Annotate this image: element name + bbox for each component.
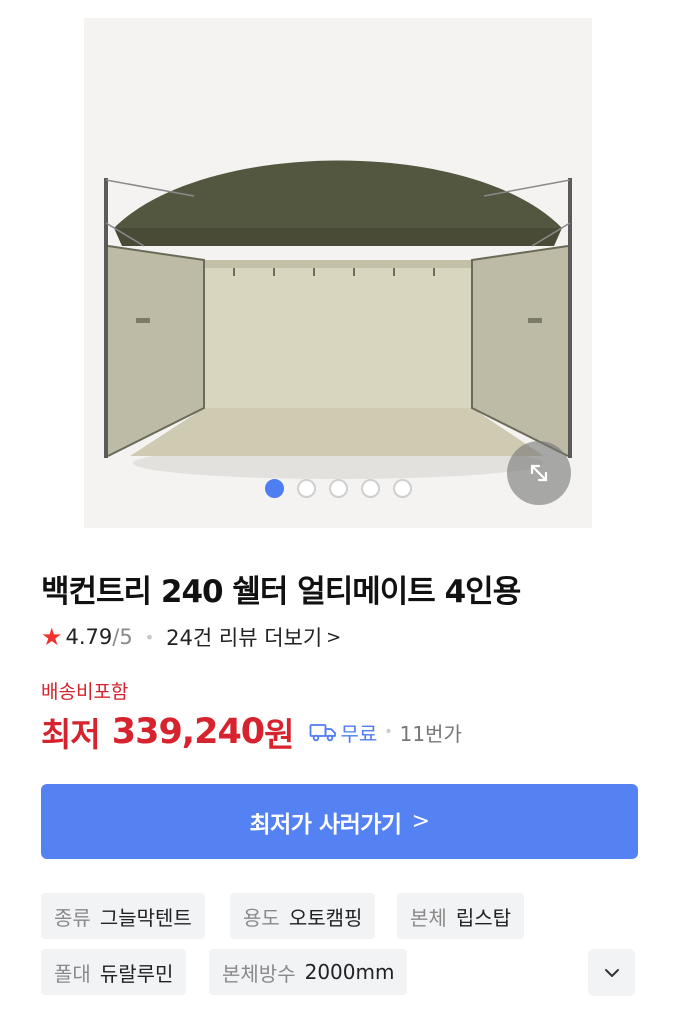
- separator-dot: •: [144, 627, 155, 647]
- delivery-info: 무료 • 11번가: [309, 718, 462, 747]
- chevron-right-icon: >: [411, 809, 430, 834]
- product-title: 백컨트리 240 쉘터 얼티메이트 4인용: [41, 574, 521, 610]
- shipping-included-label: 배송비포함: [41, 681, 129, 703]
- star-icon: ★: [41, 623, 63, 651]
- expand-specs-button[interactable]: [588, 949, 635, 996]
- pagination-dot-3[interactable]: [328, 479, 348, 498]
- spec-key: 본체방수: [222, 961, 296, 986]
- spec-chip-pole: 폴대 듀랄루민: [41, 949, 187, 995]
- rating-row: ★ 4.79 /5 • 24건 리뷰 더보기 >: [41, 622, 341, 652]
- chevron-right-icon: >: [326, 626, 342, 648]
- review-link[interactable]: 24건 리뷰 더보기 >: [166, 622, 341, 652]
- spec-value: 립스탑: [455, 905, 512, 930]
- pagination-dot-2[interactable]: [296, 479, 316, 498]
- spec-value: 듀랄루민: [99, 961, 174, 986]
- spec-value: 2000mm: [304, 960, 395, 984]
- price-amount: 339,240: [111, 712, 265, 752]
- buy-button-label: 최저가 사러가기: [249, 811, 402, 838]
- lowest-price-label: 최저: [41, 715, 101, 754]
- pagination-dot-5[interactable]: [392, 479, 412, 498]
- spec-value: 오토캠핑: [288, 905, 363, 930]
- pagination-dot-1[interactable]: [264, 479, 284, 498]
- spec-chip-type: 종류 그늘막텐트: [41, 893, 205, 939]
- separator-dot: •: [384, 724, 393, 740]
- free-delivery-label: 무료: [340, 721, 378, 746]
- spec-key: 종류: [54, 905, 91, 930]
- truck-icon: [309, 724, 336, 742]
- chevron-down-icon: [604, 968, 619, 977]
- buy-lowest-price-button[interactable]: 최저가 사러가기 >: [41, 784, 638, 859]
- spec-chip-body: 본체 립스탑: [397, 893, 525, 939]
- pagination-dot-4[interactable]: [360, 479, 380, 498]
- gallery-pagination: [0, 479, 676, 501]
- price-row: 최저 339,240 원 무료 • 11번가: [41, 708, 462, 756]
- rating-max: /5: [112, 625, 133, 649]
- product-gallery: [0, 0, 676, 548]
- spec-value: 그늘막텐트: [99, 905, 192, 930]
- spec-chip-waterproof: 본체방수 2000mm: [209, 949, 408, 995]
- price-currency: 원: [264, 715, 295, 754]
- spec-key: 용도: [243, 905, 280, 930]
- review-link-label: 24건 리뷰 더보기: [166, 626, 323, 650]
- spec-chip-usage: 용도 오토캠핑: [230, 893, 376, 939]
- seller-name: 11번가: [399, 721, 462, 746]
- rating-score: 4.79: [65, 625, 113, 649]
- spec-key: 본체: [410, 905, 447, 930]
- spec-key: 폴대: [54, 961, 91, 986]
